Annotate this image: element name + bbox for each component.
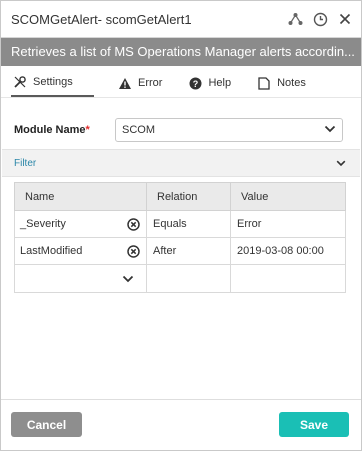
filter-value-cell[interactable]: Error bbox=[230, 210, 346, 238]
tab-help-label: Help bbox=[208, 77, 232, 89]
column-header-relation: Relation bbox=[146, 182, 231, 211]
save-button[interactable]: Save bbox=[279, 412, 349, 437]
dialog-footer: Cancel Save bbox=[1, 399, 361, 450]
required-mark: * bbox=[85, 124, 90, 136]
tab-error[interactable]: Error bbox=[116, 69, 164, 97]
tab-notes[interactable]: Notes bbox=[255, 69, 308, 97]
filter-relation-cell[interactable]: Equals bbox=[146, 210, 231, 238]
filter-header[interactable]: Filter bbox=[2, 149, 360, 177]
remove-row-icon[interactable] bbox=[127, 244, 140, 258]
filter-name-cell[interactable]: _Severity bbox=[14, 210, 147, 238]
network-icon[interactable] bbox=[287, 11, 303, 27]
tab-help[interactable]: ? Help bbox=[186, 69, 233, 97]
clock-icon[interactable] bbox=[312, 11, 328, 27]
description-text: Retrieves a list of MS Operations Manage… bbox=[11, 44, 355, 59]
tab-notes-label: Notes bbox=[277, 77, 306, 89]
tab-error-label: Error bbox=[138, 77, 163, 89]
title-bar: SCOMGetAlert- scomGetAlert1 bbox=[1, 1, 361, 38]
module-name-value: SCOM bbox=[122, 124, 155, 136]
settings-icon bbox=[13, 75, 27, 89]
description-bar: Retrieves a list of MS Operations Manage… bbox=[1, 38, 361, 66]
filter-label: Filter bbox=[14, 157, 37, 169]
add-filter-row bbox=[14, 264, 346, 293]
help-icon: ? bbox=[188, 76, 202, 90]
tab-bar: Settings Error ? Help Notes bbox=[1, 66, 361, 98]
filter-value-cell[interactable]: 2019-03-08 00:00 bbox=[230, 237, 346, 265]
add-filter-cell[interactable] bbox=[14, 264, 147, 293]
tab-settings[interactable]: Settings bbox=[11, 69, 94, 97]
close-icon[interactable] bbox=[337, 11, 353, 27]
tab-settings-label: Settings bbox=[33, 76, 73, 88]
filter-name-cell[interactable]: LastModified bbox=[14, 237, 147, 265]
module-name-label: Module Name* bbox=[14, 124, 90, 136]
filter-table: Name Relation Value _Severity Equals Err… bbox=[14, 182, 346, 293]
module-name-row: Module Name* SCOM bbox=[14, 117, 344, 143]
filter-name: _Severity bbox=[20, 218, 66, 230]
empty-cell bbox=[230, 264, 346, 293]
column-header-value: Value bbox=[230, 182, 346, 211]
dialog-panel: SCOMGetAlert- scomGetAlert1 Retrieves a … bbox=[0, 0, 362, 451]
chevron-down-icon bbox=[336, 156, 346, 170]
remove-row-icon[interactable] bbox=[127, 217, 140, 231]
dialog-title: SCOMGetAlert- scomGetAlert1 bbox=[11, 11, 192, 27]
module-name-select[interactable]: SCOM bbox=[115, 118, 343, 142]
chevron-down-icon bbox=[324, 124, 336, 136]
warning-icon bbox=[118, 76, 132, 90]
table-row[interactable]: _Severity Equals Error bbox=[14, 210, 346, 238]
svg-text:?: ? bbox=[193, 79, 199, 89]
add-row-chevron-icon[interactable] bbox=[21, 275, 140, 283]
filter-relation-cell[interactable]: After bbox=[146, 237, 231, 265]
column-header-name: Name bbox=[14, 182, 147, 211]
notes-icon bbox=[257, 76, 271, 90]
filter-name: LastModified bbox=[20, 245, 83, 257]
table-row[interactable]: LastModified After 2019-03-08 00:00 bbox=[14, 237, 346, 265]
cancel-button[interactable]: Cancel bbox=[11, 412, 82, 437]
empty-cell bbox=[146, 264, 231, 293]
table-header-row: Name Relation Value bbox=[14, 182, 346, 211]
